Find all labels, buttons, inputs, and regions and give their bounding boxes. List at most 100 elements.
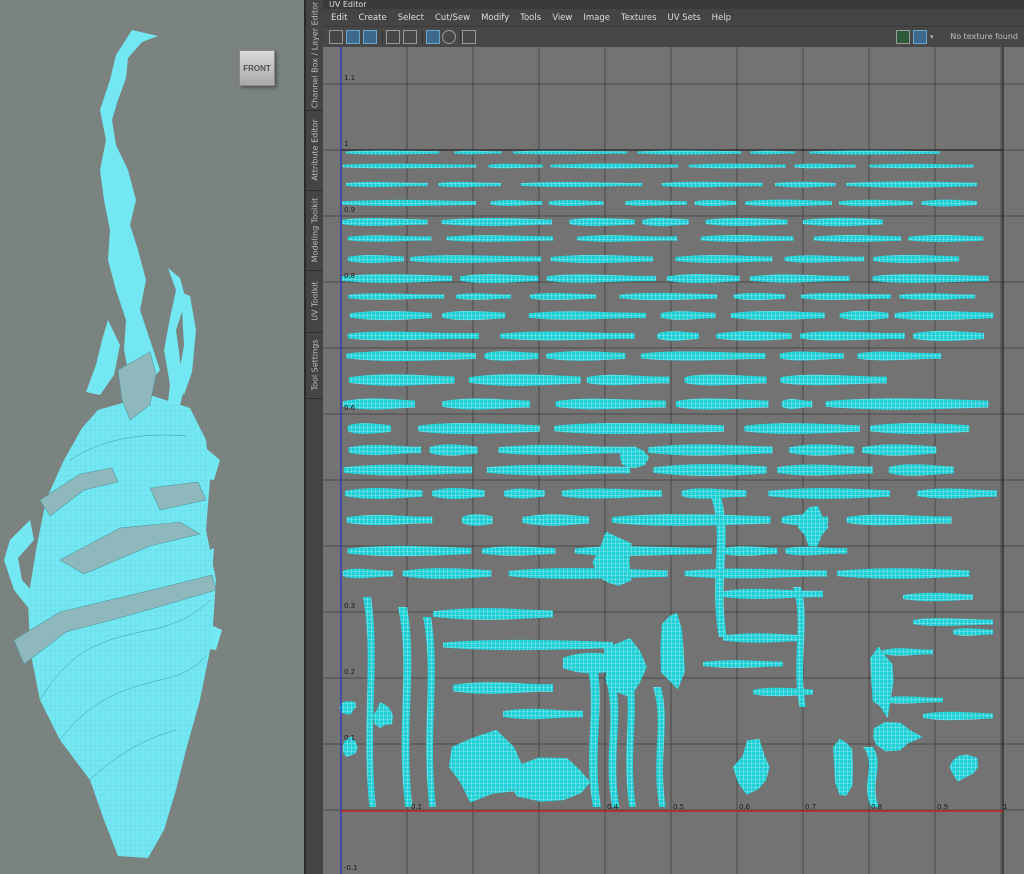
uv-shell[interactable] (341, 274, 453, 283)
uv-shell[interactable] (625, 200, 687, 206)
uv-shell[interactable] (348, 293, 445, 300)
uv-shell[interactable] (345, 181, 428, 188)
uv-shell[interactable] (784, 255, 865, 263)
uv-shell[interactable] (813, 234, 902, 243)
uv-shell[interactable] (917, 488, 997, 499)
uv-shell[interactable] (953, 628, 993, 636)
uv-shell[interactable] (561, 488, 662, 499)
uv-canvas[interactable]: 1.1 1 0.9 0.8 0.6 0.3 0.2 0.1 -0.1 0.1 0.4 0.5 0.6 0.… (323, 47, 1024, 874)
uv-shell[interactable] (781, 398, 813, 410)
uv-shell[interactable] (832, 738, 853, 796)
uv-shell[interactable] (908, 234, 984, 243)
uv-shell[interactable] (347, 235, 432, 242)
uv-shell[interactable] (868, 163, 974, 169)
uv-shell[interactable] (800, 331, 905, 341)
uv-shell[interactable] (800, 293, 891, 300)
uv-shell[interactable] (342, 218, 428, 226)
uv-shell[interactable] (640, 351, 766, 361)
uv-shell[interactable] (733, 292, 786, 301)
uv-shell[interactable] (344, 488, 423, 499)
uv-shell[interactable] (347, 254, 404, 264)
3d-viewport[interactable]: FRONT (0, 0, 304, 874)
uv-shell[interactable] (429, 444, 478, 456)
uv-shell[interactable] (642, 217, 689, 227)
uv-shell[interactable] (548, 199, 604, 207)
uv-shell[interactable] (432, 488, 485, 499)
uv-shell[interactable] (554, 422, 724, 435)
uv-shell[interactable] (794, 163, 856, 169)
uv-shell[interactable] (750, 150, 796, 155)
uv-shell[interactable] (503, 488, 545, 499)
uv-shell[interactable] (448, 729, 524, 803)
tab-attribute-editor[interactable]: Attribute Editor (306, 110, 323, 191)
uv-shell[interactable] (345, 150, 440, 155)
uv-shell[interactable] (675, 255, 773, 263)
uv-shell[interactable] (346, 514, 433, 526)
tab-tool-settings[interactable]: Tool Settings (306, 332, 323, 399)
uv-shell[interactable] (349, 310, 432, 321)
uv-shell[interactable] (660, 311, 716, 320)
uv-shell[interactable] (484, 351, 539, 361)
grid-uv-icon[interactable] (386, 30, 400, 44)
uv-shell[interactable] (500, 331, 635, 341)
uv-shell[interactable] (745, 199, 832, 207)
uv-shell[interactable] (637, 150, 742, 155)
uv-shell[interactable] (454, 150, 502, 155)
texture-borders-icon[interactable] (403, 30, 417, 44)
uv-shell[interactable] (869, 422, 970, 435)
uv-shell[interactable] (912, 330, 984, 342)
display-grid-icon[interactable] (426, 30, 440, 44)
menu-uv-sets[interactable]: UV Sets (663, 13, 707, 23)
uv-shell[interactable] (857, 351, 942, 361)
menu-image[interactable]: Image (578, 13, 616, 23)
uv-shell[interactable] (722, 546, 778, 556)
uv-shell[interactable] (684, 568, 827, 579)
uv-shell[interactable] (839, 199, 913, 207)
uv-shell[interactable] (780, 374, 887, 386)
uv-shell[interactable] (347, 423, 391, 434)
uv-shell[interactable] (768, 488, 891, 499)
uv-shell[interactable] (863, 747, 879, 807)
uv-shell[interactable] (563, 652, 633, 674)
uv-shell[interactable] (461, 514, 493, 526)
menu-cut-sew[interactable]: Cut/Sew (430, 13, 476, 23)
uv-shell[interactable] (455, 293, 512, 300)
uv-shell[interactable] (522, 514, 590, 526)
uv-shell[interactable] (520, 181, 643, 188)
uv-shell[interactable] (546, 274, 656, 283)
uv-shell[interactable] (661, 181, 763, 188)
tab-modeling-toolkit[interactable]: Modeling Toolkit (306, 190, 323, 271)
uv-shell[interactable] (611, 514, 771, 526)
uv-shell[interactable] (442, 398, 531, 410)
uv-shell[interactable] (546, 351, 626, 361)
uv-shell[interactable] (347, 545, 472, 557)
menu-select[interactable]: Select (393, 13, 430, 23)
uv-shell[interactable] (774, 181, 836, 188)
uv-shell[interactable] (346, 350, 476, 362)
tab-channel-box[interactable]: Channel Box / Layer Editor (306, 0, 323, 111)
uv-shell[interactable] (694, 199, 737, 207)
uv-shell[interactable] (703, 660, 783, 668)
uv-shell[interactable] (620, 446, 650, 468)
uv-shell[interactable] (438, 181, 501, 188)
uv-shell[interactable] (921, 199, 977, 207)
uv-shell[interactable] (716, 331, 792, 341)
uv-shell[interactable] (846, 181, 978, 188)
snapshot-camera-icon[interactable] (462, 30, 476, 44)
uv-shell[interactable] (749, 274, 850, 283)
uv-shell[interactable] (839, 310, 889, 321)
menu-help[interactable]: Help (707, 13, 737, 23)
uv-shell[interactable] (586, 374, 670, 386)
uv-shell[interactable] (653, 464, 767, 476)
uv-shell[interactable] (723, 633, 803, 643)
uv-shell[interactable] (402, 568, 492, 579)
uv-shell[interactable] (657, 331, 699, 341)
uv-shell[interactable] (446, 235, 554, 242)
uv-shell[interactable] (744, 423, 860, 434)
uv-shell[interactable] (443, 639, 613, 651)
uv-shell[interactable] (730, 310, 825, 321)
uv-shell[interactable] (398, 607, 413, 807)
uv-shell[interactable] (809, 150, 940, 155)
uv-shell[interactable] (550, 163, 679, 169)
uv-shell[interactable] (347, 331, 479, 341)
